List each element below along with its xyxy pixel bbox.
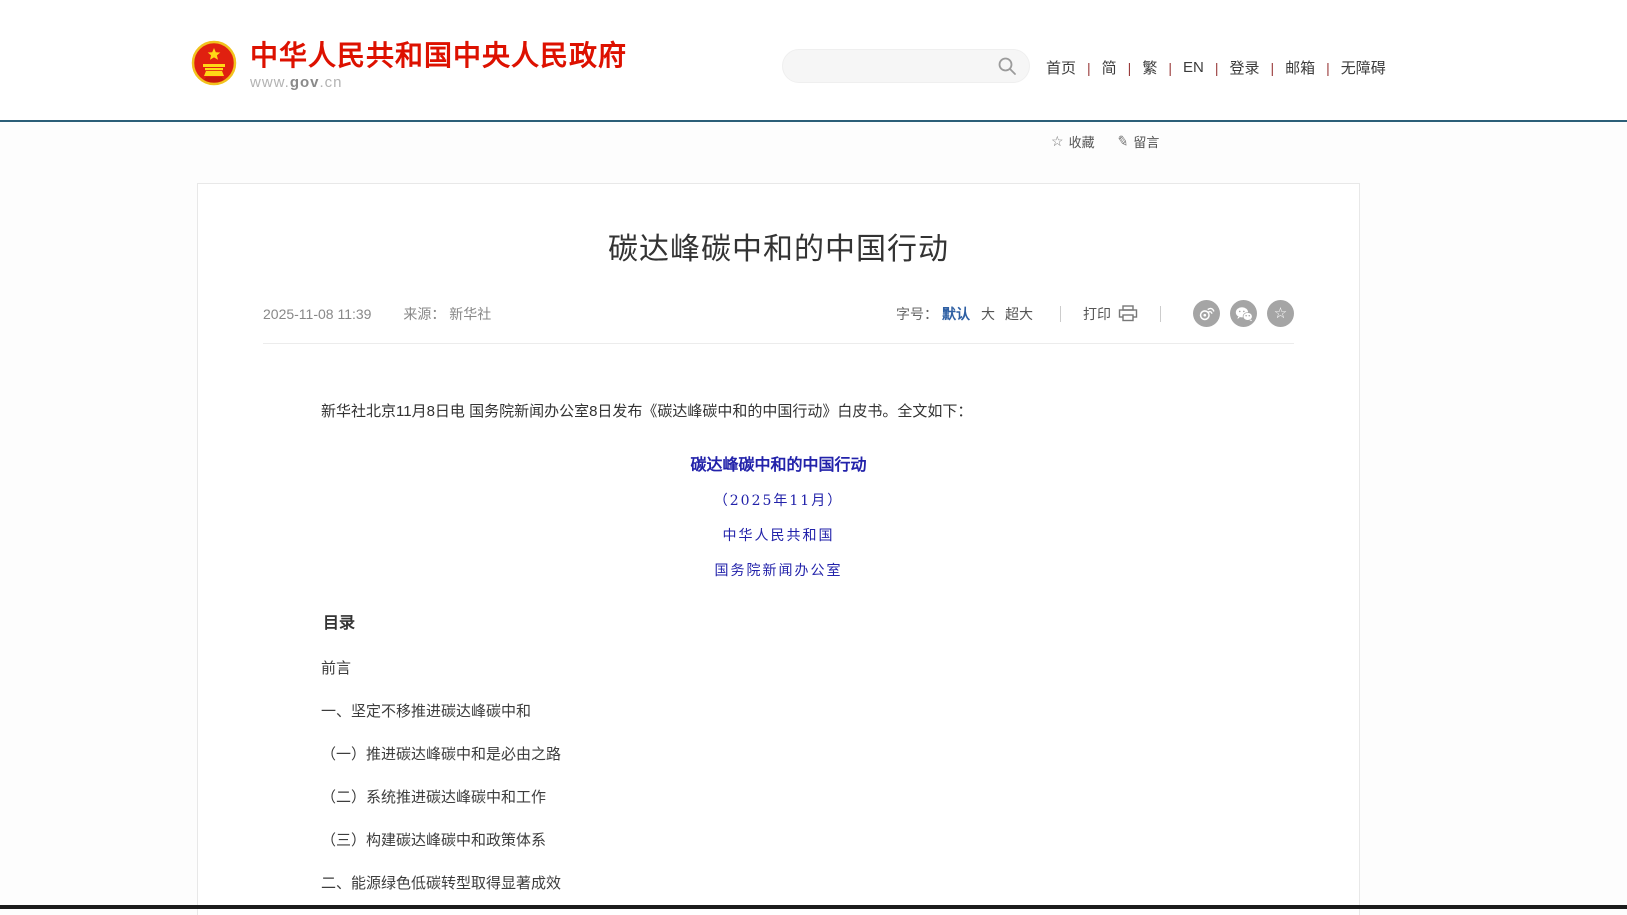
printer-icon xyxy=(1118,305,1138,322)
document-org-line1: 中华人民共和国 xyxy=(291,525,1266,545)
viewport-bottom-edge xyxy=(0,905,1627,909)
fontsize-large-button[interactable]: 大 xyxy=(981,304,995,324)
site-title: 中华人民共和国中央人民政府 xyxy=(250,40,627,72)
nav-traditional[interactable]: 繁 xyxy=(1142,57,1157,78)
share-buttons: ☆ xyxy=(1183,300,1294,327)
toc-item-1-2: （二）系统推进碳达峰碳中和工作 xyxy=(291,790,1266,805)
article-title: 碳达峰碳中和的中国行动 xyxy=(263,224,1294,268)
comment-label: 留言 xyxy=(1133,132,1159,151)
print-button[interactable]: 打印 xyxy=(1083,304,1138,324)
nav-accessibility[interactable]: 无障碍 xyxy=(1341,57,1386,78)
nav-separator xyxy=(1128,60,1132,76)
nav-separator xyxy=(1087,60,1091,76)
toc-item-2: 二、能源绿色低碳转型取得显著成效 xyxy=(291,876,1266,891)
article-meta-left: 2025-11-08 11:39 来源： 新华社 xyxy=(263,304,491,324)
national-emblem-icon xyxy=(190,40,238,88)
star-outline-icon: ☆ xyxy=(1051,133,1064,150)
top-nav: 首页 简 繁 EN 登录 邮箱 无障碍 xyxy=(1046,57,1386,78)
lead-paragraph: 新华社北京11月8日电 国务院新闻办公室8日发布《碳达峰碳中和的中国行动》白皮书… xyxy=(291,401,1266,424)
article-body: 新华社北京11月8日电 国务院新闻办公室8日发布《碳达峰碳中和的中国行动》白皮书… xyxy=(263,401,1294,915)
document-date: （2025年11月） xyxy=(291,490,1266,510)
nav-separator xyxy=(1168,60,1172,76)
site-url: www.gov.cn xyxy=(250,74,627,91)
page-actions: ☆ 收藏 ✎ 留言 xyxy=(1051,132,1159,151)
favorite-label: 收藏 xyxy=(1069,132,1095,151)
nav-mail[interactable]: 邮箱 xyxy=(1285,57,1315,78)
nav-separator xyxy=(1215,60,1219,76)
header-divider xyxy=(0,120,1627,122)
comment-button[interactable]: ✎ 留言 xyxy=(1117,132,1160,151)
fontsize-xlarge-button[interactable]: 超大 xyxy=(1005,304,1033,324)
favorite-button[interactable]: ☆ 收藏 xyxy=(1051,132,1095,151)
article-card: 碳达峰碳中和的中国行动 2025-11-08 11:39 来源： 新华社 字号：… xyxy=(197,183,1360,915)
wechat-icon xyxy=(1235,306,1253,322)
article-meta-row: 2025-11-08 11:39 来源： 新华社 字号： 默认 大 超大 打印 xyxy=(263,300,1294,344)
site-header: 中华人民共和国中央人民政府 www.gov.cn 首页 简 繁 EN 登录 邮箱 xyxy=(0,0,1627,120)
toc-item-preface: 前言 xyxy=(291,661,1266,676)
meta-separator xyxy=(1160,306,1161,322)
toc-item-1-3: （三）构建碳达峰碳中和政策体系 xyxy=(291,833,1266,848)
print-label: 打印 xyxy=(1083,304,1111,324)
site-brand[interactable]: 中华人民共和国中央人民政府 www.gov.cn xyxy=(190,40,627,91)
article-source: 新华社 xyxy=(449,306,491,322)
weibo-icon xyxy=(1198,305,1215,322)
search-box[interactable] xyxy=(782,49,1030,83)
fontsize-label: 字号： xyxy=(896,304,938,324)
wechat-share-button[interactable] xyxy=(1230,300,1257,327)
document-title: 碳达峰碳中和的中国行动 xyxy=(291,451,1266,475)
star-icon: ☆ xyxy=(1274,306,1287,321)
article-date: 2025-11-08 11:39 xyxy=(263,306,371,322)
page: 中华人民共和国中央人民政府 www.gov.cn 首页 简 繁 EN 登录 邮箱 xyxy=(0,0,1627,915)
nav-separator xyxy=(1326,60,1330,76)
article-meta-right: 字号： 默认 大 超大 打印 xyxy=(896,300,1294,327)
source-label: 来源： xyxy=(403,306,445,322)
toc-item-1-1: （一）推进碳达峰碳中和是必由之路 xyxy=(291,747,1266,762)
nav-login[interactable]: 登录 xyxy=(1229,57,1259,78)
nav-home[interactable]: 首页 xyxy=(1046,57,1076,78)
toc-heading: 目录 xyxy=(291,609,1266,633)
weibo-share-button[interactable] xyxy=(1193,300,1220,327)
nav-simplified[interactable]: 简 xyxy=(1102,57,1117,78)
nav-english[interactable]: EN xyxy=(1183,59,1204,76)
search-icon[interactable] xyxy=(997,56,1017,76)
nav-separator xyxy=(1270,60,1274,76)
document-org-line2: 国务院新闻办公室 xyxy=(291,560,1266,580)
toc-item-1: 一、坚定不移推进碳达峰碳中和 xyxy=(291,704,1266,719)
brand-text: 中华人民共和国中央人民政府 www.gov.cn xyxy=(250,40,627,91)
meta-separator xyxy=(1060,306,1061,322)
pencil-icon: ✎ xyxy=(1115,132,1130,151)
search-input[interactable] xyxy=(783,51,997,81)
star-share-button[interactable]: ☆ xyxy=(1267,300,1294,327)
fontsize-default-button[interactable]: 默认 xyxy=(942,304,970,324)
